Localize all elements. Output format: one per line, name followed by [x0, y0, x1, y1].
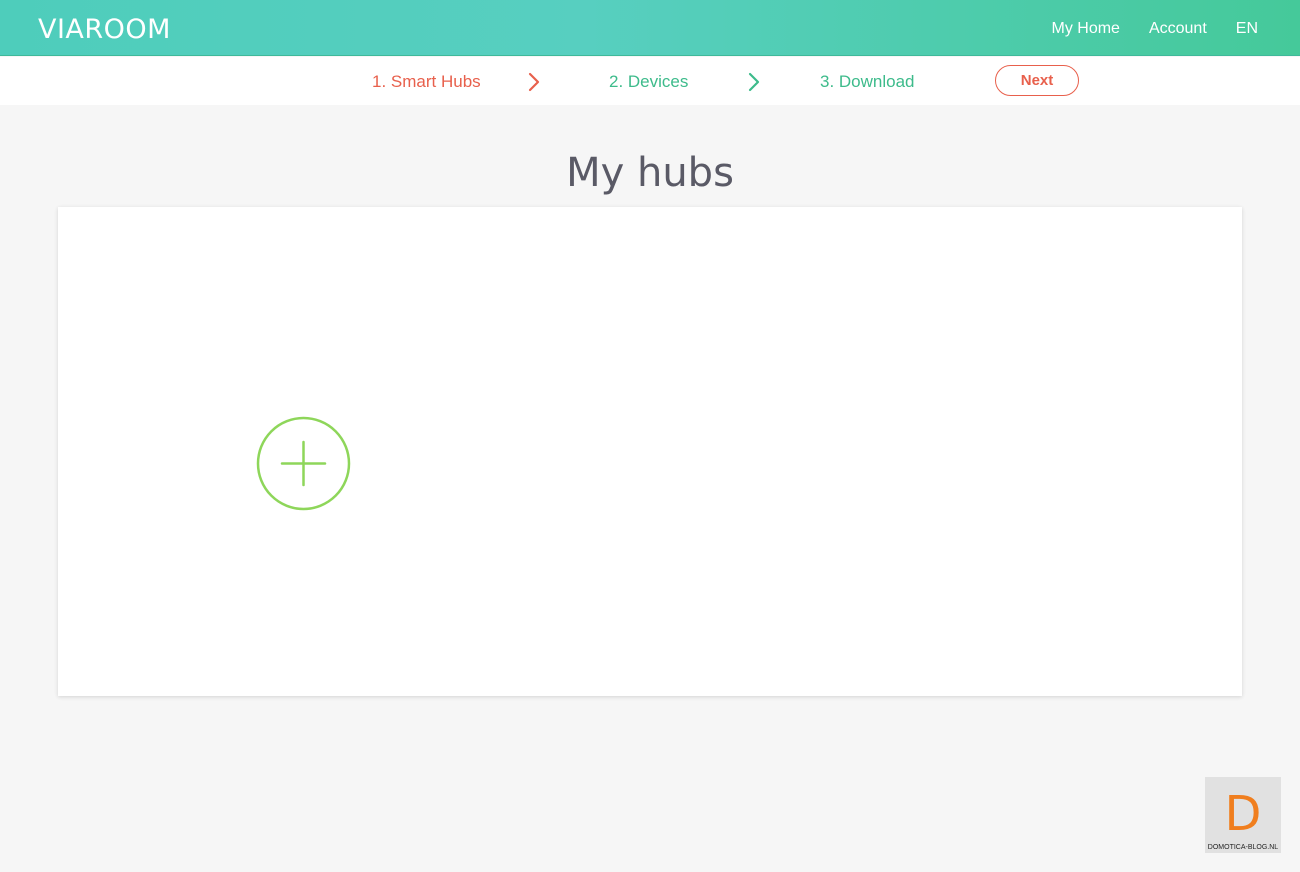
- watermark-logo: D DOMOTICA-BLOG.NL: [1205, 777, 1281, 853]
- step-devices[interactable]: 2. Devices: [609, 72, 688, 92]
- step-smart-hubs[interactable]: 1. Smart Hubs: [372, 72, 481, 92]
- next-button[interactable]: Next: [995, 65, 1079, 96]
- chevron-right-icon: [748, 72, 760, 92]
- watermark-text: DOMOTICA-BLOG.NL: [1207, 844, 1279, 851]
- add-hub-plus-icon[interactable]: [256, 416, 351, 511]
- nav-my-home[interactable]: My Home: [1052, 20, 1120, 38]
- language-selector[interactable]: EN: [1236, 20, 1258, 38]
- page-title: My hubs: [566, 150, 734, 196]
- top-bar: VIAROOM My Home Account EN: [0, 0, 1300, 56]
- steps-bar: 1. Smart Hubs 2. Devices 3. Download Nex…: [0, 57, 1300, 105]
- hubs-card: [58, 207, 1242, 696]
- step-download[interactable]: 3. Download: [820, 72, 915, 92]
- watermark-letter: D: [1224, 786, 1262, 842]
- top-nav: My Home Account EN: [1052, 20, 1259, 38]
- nav-account[interactable]: Account: [1149, 20, 1207, 38]
- chevron-right-icon: [528, 72, 540, 92]
- viaroom-logo[interactable]: VIAROOM: [38, 14, 171, 45]
